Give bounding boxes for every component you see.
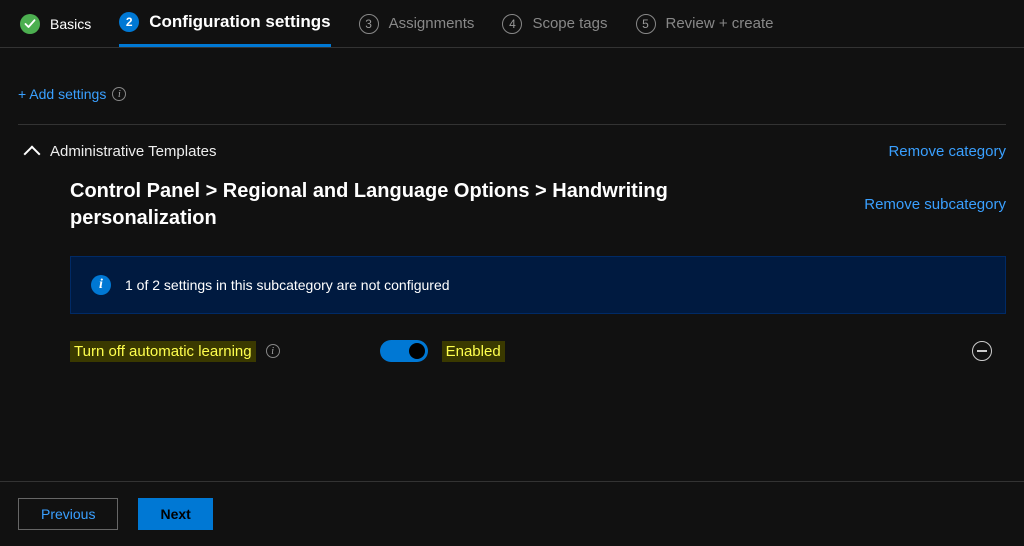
subcategory-header: Control Panel > Regional and Language Op…	[18, 174, 1006, 242]
minus-icon	[977, 350, 987, 352]
remove-category-link[interactable]: Remove category	[888, 143, 1006, 160]
divider	[18, 124, 1006, 125]
add-settings-link[interactable]: + Add settings i	[18, 86, 126, 102]
category-title: Administrative Templates	[50, 143, 216, 160]
tab-scope-tags[interactable]: 4 Scope tags	[502, 0, 607, 47]
remove-setting-button[interactable]	[972, 341, 992, 361]
tab-label: Scope tags	[532, 15, 607, 32]
info-banner: i 1 of 2 settings in this subcategory ar…	[70, 256, 1006, 314]
toggle-knob	[409, 343, 425, 359]
tab-label: Assignments	[389, 15, 475, 32]
wizard-tabs: Basics 2 Configuration settings 3 Assign…	[0, 0, 1024, 48]
chevron-up-icon[interactable]	[24, 145, 41, 162]
info-icon[interactable]: i	[112, 87, 126, 101]
category-header: Administrative Templates Remove category	[18, 137, 1006, 174]
step-number-icon: 3	[359, 14, 379, 34]
remove-subcategory-link[interactable]: Remove subcategory	[864, 196, 1006, 213]
tab-review-create[interactable]: 5 Review + create	[636, 0, 774, 47]
add-settings-text: + Add settings	[18, 86, 106, 102]
setting-row: Turn off automatic learning i Enabled	[18, 332, 1006, 372]
toggle-state-text: Enabled	[442, 341, 505, 362]
previous-button[interactable]: Previous	[18, 498, 118, 530]
step-number-icon: 4	[502, 14, 522, 34]
check-icon	[20, 14, 40, 34]
step-number-icon: 2	[119, 12, 139, 32]
toggle-switch[interactable]	[380, 340, 428, 362]
info-icon[interactable]: i	[266, 344, 280, 358]
footer: Previous Next	[0, 481, 1024, 546]
next-button[interactable]: Next	[138, 498, 212, 530]
setting-label: Turn off automatic learning	[70, 341, 256, 362]
step-number-icon: 5	[636, 14, 656, 34]
tab-assignments[interactable]: 3 Assignments	[359, 0, 475, 47]
info-icon: i	[91, 275, 111, 295]
tab-label: Configuration settings	[149, 12, 330, 32]
tab-basics[interactable]: Basics	[20, 0, 91, 47]
subcategory-title: Control Panel > Regional and Language Op…	[70, 178, 690, 232]
content-area: + Add settings i Administrative Template…	[0, 48, 1024, 372]
tab-label: Review + create	[666, 15, 774, 32]
tab-configuration-settings[interactable]: 2 Configuration settings	[119, 0, 330, 47]
tab-label: Basics	[50, 16, 91, 32]
banner-text: 1 of 2 settings in this subcategory are …	[125, 277, 450, 293]
